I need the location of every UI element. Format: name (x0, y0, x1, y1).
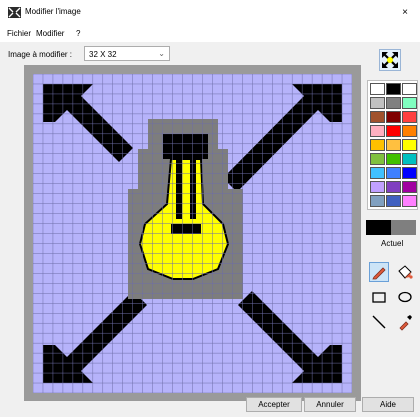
palette-swatch[interactable] (386, 139, 401, 151)
palette-swatch[interactable] (386, 97, 401, 109)
app-icon (8, 7, 21, 18)
palette-swatch[interactable] (370, 153, 385, 165)
palette-swatch[interactable] (386, 181, 401, 193)
menu-help[interactable]: ? (76, 29, 80, 38)
chevron-down-icon: ⌄ (158, 49, 165, 58)
arrow-bottom-right (238, 291, 342, 383)
current-foreground-color[interactable] (366, 220, 391, 235)
current-color-label: Actuel (381, 239, 404, 248)
palette-swatch[interactable] (370, 125, 385, 137)
menu-bar: Fichier Modifier ? (0, 26, 420, 42)
palette-swatch[interactable] (370, 167, 385, 179)
palette-swatch[interactable] (386, 111, 401, 123)
palette-swatch[interactable] (402, 83, 417, 95)
rectangle-icon (372, 292, 386, 303)
palette-swatch[interactable] (402, 125, 417, 137)
eyedropper-icon (399, 315, 412, 331)
ellipse-icon (398, 291, 412, 303)
palette-swatch[interactable] (386, 153, 401, 165)
palette-swatch[interactable] (386, 125, 401, 137)
palette-swatch[interactable] (402, 153, 417, 165)
palette-swatch[interactable] (386, 195, 401, 207)
fill-tool[interactable] (395, 262, 415, 282)
palette-swatch[interactable] (402, 167, 417, 179)
color-palette (367, 80, 418, 210)
menu-fichier[interactable]: Fichier (7, 29, 31, 38)
pixel-art (32, 73, 353, 394)
menu-modifier[interactable]: Modifier (36, 29, 64, 38)
close-button[interactable]: × (390, 0, 420, 26)
color-picker-tool[interactable] (395, 312, 415, 332)
ellipse-tool[interactable] (395, 287, 415, 307)
current-background-color[interactable] (391, 220, 416, 235)
image-size-value: 32 X 32 (89, 50, 117, 59)
palette-swatch[interactable] (402, 139, 417, 151)
palette-swatch[interactable] (370, 181, 385, 193)
expand-arrows-icon (382, 52, 398, 68)
palette-swatch[interactable] (402, 111, 417, 123)
palette-swatch[interactable] (386, 167, 401, 179)
accept-button[interactable]: Accepter (246, 397, 302, 412)
palette-swatch[interactable] (386, 83, 401, 95)
palette-swatch[interactable] (370, 83, 385, 95)
pencil-tool[interactable] (369, 262, 389, 282)
pixel-canvas[interactable] (32, 73, 353, 394)
pencil-icon (372, 267, 386, 280)
title-bar: Modifier l'image × (0, 0, 420, 26)
rectangle-tool[interactable] (369, 287, 389, 307)
paint-bucket-icon (398, 265, 413, 279)
help-button[interactable]: Aide (362, 397, 414, 412)
window-title: Modifier l'image (25, 7, 81, 16)
palette-swatch[interactable] (402, 195, 417, 207)
arrow-top-right (223, 84, 342, 192)
palette-swatch[interactable] (370, 97, 385, 109)
cancel-button[interactable]: Annuler (304, 397, 356, 412)
palette-swatch[interactable] (370, 139, 385, 151)
palette-swatch[interactable] (370, 111, 385, 123)
palette-swatch[interactable] (402, 97, 417, 109)
image-size-select[interactable]: 32 X 32 ⌄ (84, 46, 170, 61)
line-icon (372, 315, 386, 329)
palette-swatch[interactable] (402, 181, 417, 193)
expand-button[interactable] (379, 49, 401, 71)
line-tool[interactable] (369, 312, 389, 332)
palette-swatch[interactable] (370, 195, 385, 207)
arrow-bottom-left (43, 291, 147, 383)
image-size-label: Image à modifier : (8, 50, 73, 59)
arrow-top-left (43, 84, 133, 162)
